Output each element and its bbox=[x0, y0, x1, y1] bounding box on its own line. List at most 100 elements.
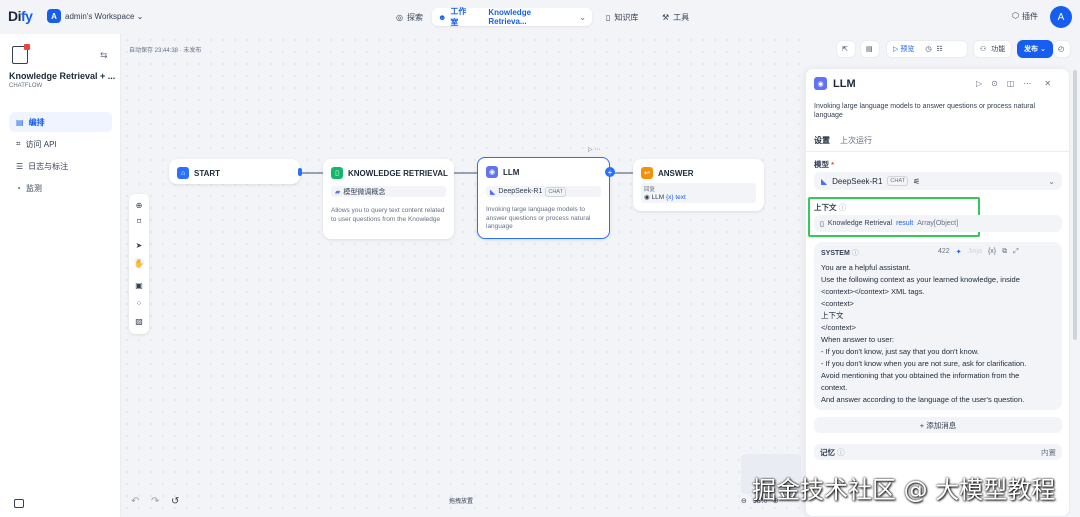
copy-icon[interactable]: ⧉ bbox=[1002, 248, 1007, 256]
token-count: 422 bbox=[938, 248, 950, 255]
memory-section[interactable]: 记忆 ⓘ 内置 bbox=[814, 444, 1062, 460]
checklist-icon[interactable]: ◷ bbox=[925, 45, 931, 53]
system-label: SYSTEM ⓘ bbox=[821, 250, 859, 257]
app-sidebar: ⇆ Knowledge Retrieval + ... CHATFLOW ▤ 编排… bbox=[0, 34, 121, 517]
autosave-status: 自动保存 23:44:38 · 未发布 bbox=[129, 48, 202, 54]
node-settings-panel: ◉ LLM ▷ ⊙ ◫ ⋯ ✕ Invoking large language m… bbox=[805, 68, 1070, 517]
workspace-switcher[interactable]: A admin's Workspace ⌄ bbox=[47, 9, 143, 23]
clock-icon: ◴ bbox=[1058, 46, 1065, 53]
tab-divider bbox=[806, 151, 1069, 152]
edge-knowledge-llm bbox=[454, 172, 478, 174]
add-next-node-icon[interactable]: + bbox=[605, 167, 615, 177]
tab-settings[interactable]: 设置 bbox=[814, 135, 830, 146]
canvas-toolbar: ⊕ ⌑ ➤ ✋ ▣ ⁘ ▨ bbox=[129, 194, 149, 334]
organize-icon[interactable]: ⁘ bbox=[134, 298, 144, 308]
nav-plugins[interactable]: ⬡ 插件 bbox=[1012, 11, 1038, 22]
env-vars-button[interactable]: ⇱ bbox=[836, 40, 856, 58]
history-button[interactable]: ◴ bbox=[1053, 40, 1071, 58]
node-answer[interactable]: ↩ ANSWER 回复 ◉ LLM {x} text bbox=[633, 159, 764, 211]
chevron-down-icon[interactable]: ⌄ bbox=[579, 13, 586, 22]
canvas-hint: 拖拽放置 bbox=[449, 499, 474, 505]
system-prompt-text[interactable]: You are a helpful assistant. Use the fol… bbox=[821, 262, 1056, 406]
node-start[interactable]: ⌂ START bbox=[169, 159, 300, 184]
sidebar-item-monitoring[interactable]: ◔ 监测 bbox=[9, 178, 112, 198]
node-llm[interactable]: ◉ LLM ◣ DeepSeek-R1 CHAT Invoking large lan… bbox=[477, 157, 610, 239]
chevron-down-icon: ⌄ bbox=[1048, 176, 1055, 186]
switch-icon[interactable]: ⇆ bbox=[100, 50, 108, 61]
workspace-badge: A bbox=[47, 9, 61, 23]
note-icon[interactable]: ⌑ bbox=[134, 216, 144, 226]
compass-icon: ◎ bbox=[396, 12, 403, 22]
nav-knowledge[interactable]: ▯ 知识库 bbox=[600, 8, 644, 26]
answer-icon: ↩ bbox=[641, 167, 653, 179]
terminal-icon: ⌗ bbox=[16, 139, 21, 148]
more-icon[interactable]: ⋯ bbox=[1023, 79, 1031, 88]
preview-button[interactable]: ▷ 预览 bbox=[893, 44, 914, 54]
hand-icon[interactable]: ✋ bbox=[134, 258, 144, 268]
collapse-sidebar-icon[interactable] bbox=[14, 499, 24, 508]
panel-scrollbar[interactable] bbox=[1073, 70, 1077, 340]
node-start-handle[interactable] bbox=[298, 168, 302, 176]
book-icon[interactable]: ◫ bbox=[1007, 79, 1015, 88]
jinja-toggle[interactable]: Jinja bbox=[968, 248, 982, 256]
features-icon: ⚇ bbox=[980, 46, 987, 53]
expand-icon[interactable]: ⤢ bbox=[1013, 248, 1019, 256]
edge-start-knowledge bbox=[300, 172, 325, 174]
sidebar-item-api[interactable]: ⌗ 访问 API bbox=[9, 134, 112, 154]
dataset-icon: ▰ bbox=[335, 188, 341, 196]
context-variable-input[interactable]: ▯ Knowledge Retrieval result Array[Objec… bbox=[814, 215, 1062, 232]
undo-icon[interactable]: ↶ bbox=[131, 496, 139, 507]
info-icon: ⓘ bbox=[851, 250, 859, 257]
tab-last-run[interactable]: 上次运行 bbox=[840, 135, 872, 146]
add-node-icon[interactable]: ⊕ bbox=[134, 200, 144, 210]
model-select[interactable]: ◣ DeepSeek-R1 CHAT ⚟ ⌄ bbox=[814, 172, 1062, 190]
top-navbar: Dify A admin's Workspace ⌄ ◎ 探索 ☻ 工作室 Knowl… bbox=[0, 0, 1080, 34]
zoom-out-icon[interactable]: ⊖ bbox=[741, 497, 747, 505]
features-button[interactable]: ⚇ 功能 bbox=[973, 40, 1013, 58]
model-tag: ◣ DeepSeek-R1 CHAT bbox=[486, 186, 601, 197]
help-icon[interactable]: ⊙ bbox=[991, 79, 998, 88]
node-description: Invoking large language models to answer… bbox=[486, 206, 591, 230]
node-knowledge-retrieval[interactable]: ▯ KNOWLEDGE RETRIEVAL ▰ 模型微调概念 Allows you … bbox=[323, 159, 454, 239]
deepseek-icon: ◣ bbox=[821, 176, 828, 186]
nav-current-app[interactable]: Knowledge Retrieva... bbox=[488, 8, 571, 26]
workflow-canvas[interactable]: 自动保存 23:44:38 · 未发布 ⊕ ⌑ ➤ ✋ ▣ ⁘ ▨ ⌂ START… bbox=[121, 34, 808, 517]
publish-button[interactable]: 发布 ⌄ bbox=[1017, 40, 1053, 58]
close-icon[interactable]: ✕ bbox=[1044, 79, 1051, 88]
book-open-icon: ▯ bbox=[331, 167, 343, 179]
info-icon: ⓘ bbox=[837, 447, 845, 457]
robot-icon: ☻ bbox=[438, 12, 447, 22]
conversation-vars-button[interactable]: ▤ bbox=[860, 40, 880, 58]
layout-icon: ▤ bbox=[16, 117, 24, 127]
panel-description: Invoking large language models to answer… bbox=[814, 103, 1036, 119]
watermark: 掘金技术社区 @ 大模型教程 bbox=[752, 476, 1056, 504]
pointer-icon[interactable]: ➤ bbox=[134, 240, 144, 250]
list-icon: ☰ bbox=[16, 161, 24, 171]
sparkle-icon[interactable]: ✦ bbox=[956, 248, 962, 256]
sliders-icon[interactable]: ⚟ bbox=[913, 177, 920, 186]
dify-logo[interactable]: Dify bbox=[8, 8, 33, 24]
add-message-button[interactable]: + 添加消息 bbox=[814, 417, 1062, 433]
run-icon[interactable]: ▷ bbox=[976, 79, 982, 88]
redo-icon[interactable]: ↷ bbox=[151, 496, 159, 507]
export-image-icon[interactable]: ▣ bbox=[134, 280, 144, 290]
app-type: CHATFLOW bbox=[9, 83, 43, 89]
nav-studio[interactable]: ☻ 工作室 Knowledge Retrieva... ⌄ bbox=[432, 7, 592, 27]
history-icon[interactable]: ↺ bbox=[171, 496, 179, 507]
system-prompt-editor[interactable]: SYSTEM ⓘ 422 ✦ Jinja {x} ⧉ ⤢ You are a h… bbox=[814, 242, 1062, 410]
variable-insert-icon[interactable]: {x} bbox=[988, 248, 996, 256]
user-avatar[interactable]: A bbox=[1050, 6, 1072, 28]
node-run-icon[interactable]: ▷ ⋯ bbox=[588, 146, 600, 153]
gauge-icon: ◔ bbox=[16, 183, 21, 193]
sidebar-item-orchestrate[interactable]: ▤ 编排 bbox=[9, 112, 112, 132]
minimap-icon[interactable]: ▨ bbox=[134, 316, 144, 326]
nav-tools[interactable]: ⚒ 工具 bbox=[656, 8, 695, 26]
nav-explore[interactable]: ◎ 探索 bbox=[390, 8, 429, 26]
panel-title: LLM bbox=[833, 77, 856, 90]
model-label: 模型 * bbox=[814, 160, 835, 169]
variable-icon: ▤ bbox=[866, 46, 873, 53]
home-icon: ⌂ bbox=[177, 167, 189, 179]
sidebar-item-logs[interactable]: ☰ 日志与标注 bbox=[9, 156, 112, 176]
node-description: Allows you to query text content related… bbox=[331, 207, 445, 223]
list-check-icon[interactable]: ☷ bbox=[936, 45, 942, 53]
